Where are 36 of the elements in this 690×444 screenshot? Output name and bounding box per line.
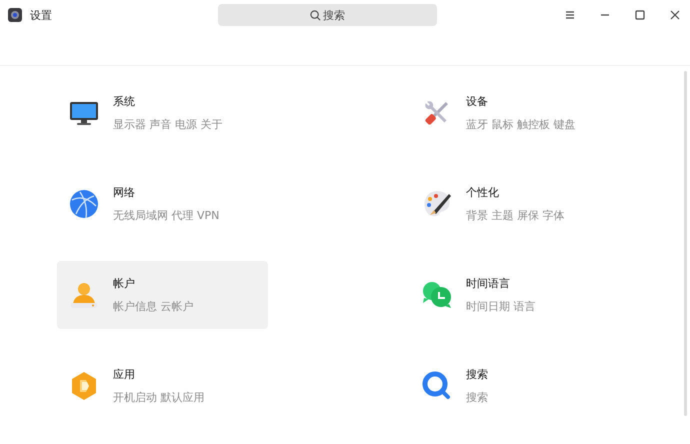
close-icon [668, 8, 682, 22]
category-item[interactable]: 搜索 搜索 [410, 352, 621, 420]
category-item[interactable]: 设备 蓝牙 鼠标 触控板 键盘 [410, 79, 621, 147]
category-item[interactable]: 时间语言 时间日期 语言 [410, 261, 621, 329]
category-title: 搜索 [466, 367, 488, 382]
category-item[interactable]: 个性化 背景 主题 屏保 字体 [410, 170, 621, 238]
close-button[interactable] [668, 8, 682, 22]
category-item[interactable]: 应用 开机启动 默认应用 [57, 352, 268, 420]
category-subtitle: 蓝牙 鼠标 触控板 键盘 [466, 117, 576, 132]
category-item[interactable]: 帐户 帐户信息 云帐户 [57, 261, 268, 329]
category-title: 帐户 [113, 276, 136, 291]
category-subtitle: 搜索 [466, 390, 488, 405]
category-subtitle: 帐户信息 云帐户 [113, 299, 194, 314]
category-subtitle: 背景 主题 屏保 字体 [466, 208, 564, 223]
window-title: 设置 [30, 8, 53, 22]
category-subtitle: 开机启动 默认应用 [113, 390, 204, 405]
category-title: 系统 [113, 94, 136, 109]
category-title: 应用 [113, 367, 136, 382]
category-title: 时间语言 [466, 276, 511, 291]
category-item[interactable]: 系统 显示器 声音 电源 关于 [57, 79, 268, 147]
maximize-button[interactable] [633, 8, 647, 22]
app-icon [8, 8, 22, 22]
category-title: 个性化 [466, 185, 500, 200]
scrollbar[interactable] [684, 71, 687, 416]
globe-icon [68, 188, 100, 220]
search-icon [310, 10, 321, 20]
category-subtitle: 显示器 声音 电源 关于 [113, 117, 222, 132]
search-icon [421, 370, 453, 402]
category-subtitle: 无线局域网 代理 VPN [113, 208, 220, 223]
search-field[interactable]: 搜索 [218, 4, 437, 26]
maximize-icon [633, 8, 647, 22]
category-item[interactable]: 网络 无线局域网 代理 VPN [57, 170, 268, 238]
category-subtitle: 时间日期 语言 [466, 299, 536, 314]
category-title: 网络 [113, 185, 136, 200]
category-title: 设备 [466, 94, 489, 109]
chat-clock-icon [421, 279, 453, 311]
